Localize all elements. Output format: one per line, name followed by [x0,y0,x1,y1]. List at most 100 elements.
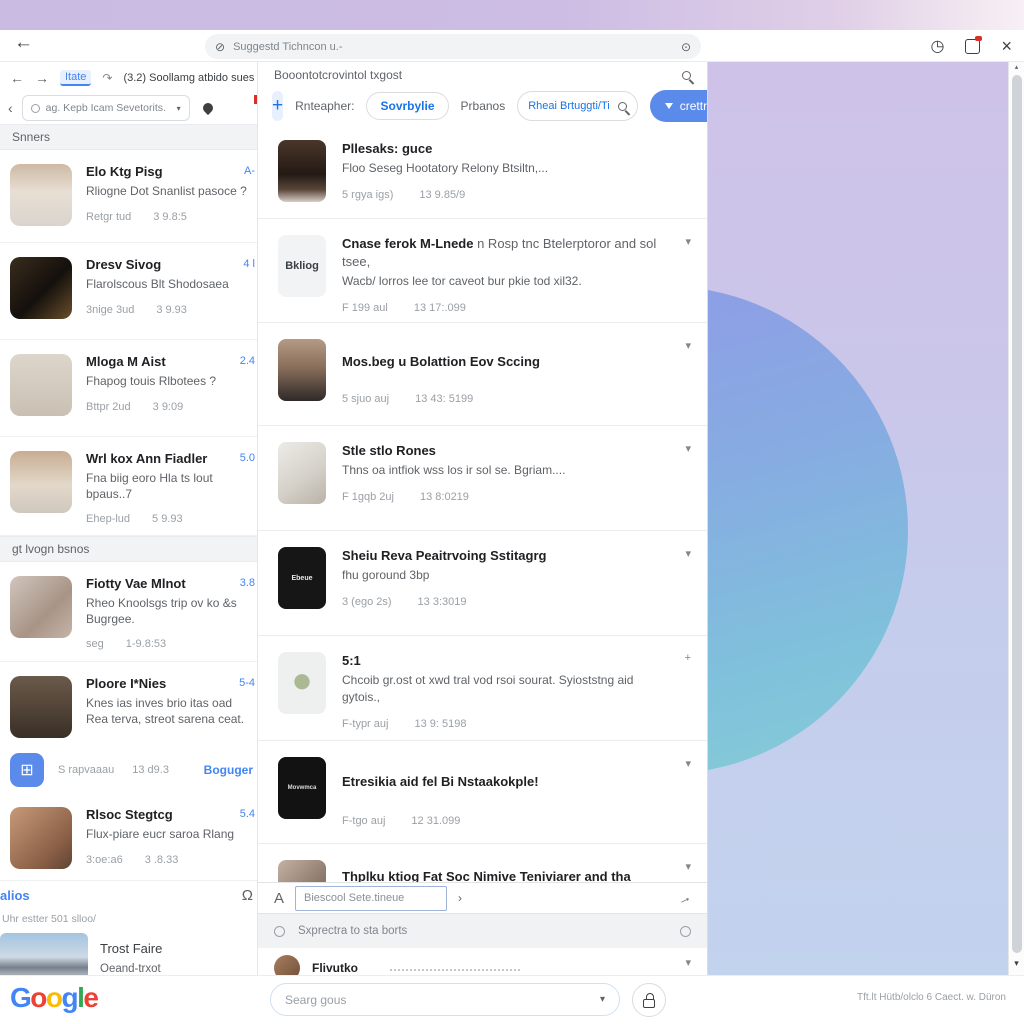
feed-item[interactable]: Ebeue Sheiu Reva Peaitrvoing Sstitagrg f… [258,531,707,636]
scroll-down-icon[interactable]: ▾ [1009,958,1024,969]
promo-body: Trost Faire Oeand-trxot [100,933,162,975]
expand-caret-icon[interactable]: ▾ [685,442,691,455]
scroll-up-icon[interactable]: ▴ [1009,63,1024,71]
feed-item[interactable]: Stle stlo Rones Thns oa intfiok wss los … [258,426,707,531]
list-item[interactable]: Fiotty Vae Mlnot Rheo Knoolsgs trip ov k… [0,562,257,662]
feed-item-title: 5:1 [342,652,663,670]
lock-icon [643,999,655,1008]
expand-caret-icon[interactable]: ▾ [685,547,691,560]
bottom-search-bar[interactable]: ▾ [270,983,620,1016]
feed-item[interactable]: Mos.beg u Bolattion Eov Sccing 5 sjuo au… [258,323,707,426]
feed-item[interactable]: Flivutko ▾ [258,948,707,975]
add-button[interactable]: + [272,91,283,121]
scrollbar-thumb[interactable] [1012,75,1022,953]
expand-caret-icon[interactable]: ▾ [685,956,691,969]
browser-back-icon[interactable]: ← [14,32,33,54]
extensions-icon[interactable] [965,39,980,54]
expand-caret-icon[interactable]: ▾ [685,757,691,770]
bell-icon[interactable]: Ω [242,887,253,904]
thumbnail [278,339,326,401]
primary-action-button[interactable]: crettrio [650,90,708,122]
person-body: Mloga M Aist Fhapog touis Rlbotees ? Btt… [86,354,247,436]
meta-value: 13 d9.3 [132,764,169,776]
thumbnail: Movwmca [278,757,326,819]
option-row[interactable]: Sxprectra to sta borts [258,914,707,948]
feed-item-body: Etresikia aid fel Bi Nstaakokple! F-tgo … [342,757,687,843]
feed-item-desc: Thns oa intfiok wss los ir sol se. Bgria… [342,462,663,479]
preview-panel [708,62,1008,975]
feed-item[interactable]: Thplku ktiog Fat Soc Nimive Teniviarer a… [258,844,707,882]
option-label: Sxprectra to sta borts [298,925,667,937]
promo-card[interactable]: Trost Faire Oeand-trxot [0,929,257,975]
radio-icon[interactable] [274,926,285,937]
expand-caret-icon[interactable]: ▾ [685,235,691,248]
person-name: Mloga M Aist [86,354,247,369]
feed-item[interactable]: Bkliog Cnase ferok M-Lnede n Rosp tnc Bt… [258,219,707,323]
avatar [10,257,72,319]
promo-title: Trost Faire [100,941,162,956]
close-window-icon[interactable]: × [1001,37,1012,55]
meta-value: 13 3:3019 [418,596,467,608]
expand-caret-icon[interactable]: ▾ [685,339,691,352]
sidebar-active-tab[interactable]: Itate [60,70,91,86]
chevron-right-icon[interactable]: › [458,891,462,905]
avatar [10,807,72,869]
pin-icon[interactable] [201,101,215,115]
meta-label: Retgr tud [86,211,131,223]
logo-letter: o [46,982,62,1013]
sidebar-section-header: gt lvogn bsnos [0,536,257,562]
list-item[interactable]: Rlsoc Stegtcg Flux-piare eucr saroa Rlan… [0,793,257,881]
toolbar-search-input[interactable]: Rheai Brtuggti/Ti [517,91,638,121]
meta-value: 3 9.93 [156,304,187,316]
apps-grid-button[interactable]: ⊞ [10,753,44,787]
composer-input[interactable] [295,886,447,911]
feed-item[interactable]: Pllesaks: guce Floo Seseg Hootatory Relo… [258,124,707,219]
list-item[interactable]: Wrl kox Ann Fiadler Fna biig eoro Hla ts… [0,437,257,536]
redo-icon[interactable]: ↷ [102,71,112,85]
send-icon[interactable]: → [674,888,693,908]
meta-label: 3nige 3ud [86,304,134,316]
site-info-icon[interactable]: ⊘ [215,40,225,54]
list-item[interactable]: Dresv Sivog Flarolscous Blt Shodosaea 3n… [0,243,257,340]
meta-value: 13 17:.099 [414,302,466,314]
list-item[interactable]: Ploore I*Nies Knes ias inves brio itas o… [0,662,257,747]
sidebar-action-row: ⊞ S rapvaaau 13 d9.3 Boguger [0,747,257,793]
rating-badge: 5.0 [240,452,255,464]
list-item[interactable]: Mloga M Aist Fhapog touis Rlbotees ? Btt… [0,340,257,437]
meta-label: F-typr auj [342,718,388,730]
person-meta: Retgr tud 3 9.8:5 [86,211,247,223]
text-style-button[interactable]: A [274,890,284,907]
expand-caret-icon[interactable]: ▾ [685,860,691,873]
person-body: Elo Ktg Pisg Rliogne Dot Snanlist pasoce… [86,164,247,242]
search-icon[interactable] [682,71,691,80]
feed-item-title: Sheiu Reva Peaitrvoing Sstitagrg [342,547,663,565]
address-bar[interactable]: ⊘ Suggestd Tichncon u.- ⊙ [205,34,701,59]
filter-chip[interactable]: Sovrbylie [366,92,448,120]
vertical-scrollbar[interactable]: ▴ ▾ [1008,62,1024,975]
feed-item-body: Cnase ferok M-Lnede n Rosp tnc Btelerpto… [342,235,687,322]
expand-caret-icon[interactable]: + [685,652,691,664]
placeholder-text-line [390,965,520,971]
title-text: Mos.beg u Bolattion Eov Sccing [342,354,540,369]
radio-icon[interactable] [680,926,691,937]
thumbnail [278,860,326,882]
nav-back-icon[interactable]: ← [10,70,24,86]
sidebar-search-select[interactable]: ag. Kepb Icam Sevetorits. ▾ [22,95,190,121]
chevron-down-icon[interactable]: ▾ [600,994,605,1005]
meta-value: 13 9.85/9 [419,189,465,201]
feed-item[interactable]: 5:1 Chcoib gr.ost ot xwd tral vod rsoi s… [258,636,707,741]
bottom-search-input[interactable] [285,993,592,1007]
collapse-sidebar-icon[interactable]: ‹ [8,100,13,116]
nav-forward-icon[interactable]: → [35,70,49,86]
privacy-button[interactable] [632,983,666,1017]
action-link[interactable]: Boguger [204,763,253,777]
list-item[interactable]: Elo Ktg Pisg Rliogne Dot Snanlist pasoce… [0,150,257,243]
alios-link[interactable]: alios [0,888,30,903]
reader-mode-icon[interactable]: ⊙ [681,40,691,54]
chevron-down-icon[interactable]: ▾ [177,104,181,113]
feed-item[interactable]: Movwmca Etresikia aid fel Bi Nstaakokple… [258,741,707,844]
meta-value: 3 9:09 [153,401,184,413]
meta-value: 13 8:0219 [420,491,469,503]
history-icon[interactable]: ◷ [931,36,945,56]
feed-item-body: Mos.beg u Bolattion Eov Sccing 5 sjuo au… [342,339,687,425]
